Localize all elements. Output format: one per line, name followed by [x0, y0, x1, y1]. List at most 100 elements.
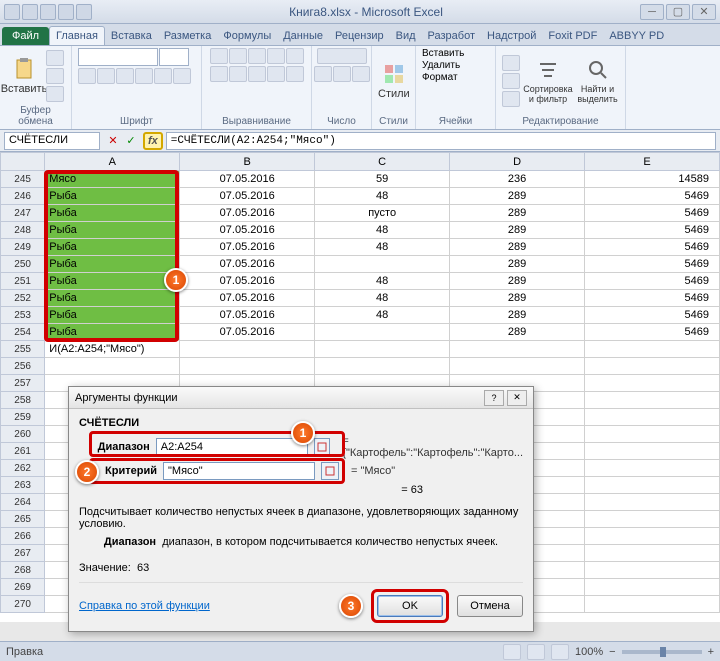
row-header[interactable]: 265 [1, 511, 45, 528]
col-header-e[interactable]: E [585, 153, 720, 171]
view-layout-icon[interactable] [527, 644, 545, 660]
cell[interactable]: 289 [450, 188, 585, 205]
align-center-icon[interactable] [229, 66, 247, 82]
cancel-formula-icon[interactable]: ✕ [105, 133, 121, 149]
cell[interactable]: 48 [315, 273, 450, 290]
cell[interactable] [315, 358, 450, 375]
cell[interactable]: Рыба [45, 324, 180, 341]
dialog-close-icon[interactable]: ✕ [507, 390, 527, 406]
cut-icon[interactable] [46, 50, 64, 66]
autosum-icon[interactable] [502, 55, 520, 71]
paste-button[interactable]: Вставить [6, 51, 42, 101]
font-size-select[interactable] [159, 48, 189, 66]
cell[interactable] [180, 341, 315, 358]
row-header[interactable]: 270 [1, 596, 45, 613]
styles-button[interactable]: Стили [378, 56, 410, 106]
cell[interactable]: 07.05.2016 [180, 307, 315, 324]
cell[interactable]: 5469 [585, 188, 720, 205]
arg1-collapse-icon[interactable] [314, 438, 331, 456]
tab-layout[interactable]: Разметка [158, 27, 218, 45]
cell[interactable]: 289 [450, 273, 585, 290]
dialog-help-icon[interactable]: ? [484, 390, 504, 406]
cell[interactable]: 07.05.2016 [180, 171, 315, 188]
tab-developer[interactable]: Разработ [422, 27, 481, 45]
close-button[interactable]: ✕ [692, 4, 716, 20]
cell[interactable]: Мясо [45, 171, 180, 188]
cell[interactable]: 07.05.2016 [180, 222, 315, 239]
cell[interactable]: 07.05.2016 [180, 205, 315, 222]
enter-formula-icon[interactable]: ✓ [123, 133, 139, 149]
sort-filter-button[interactable]: Сортировка и фильтр [524, 56, 572, 106]
cell[interactable] [450, 341, 585, 358]
file-tab[interactable]: Файл [2, 27, 49, 45]
cell[interactable] [585, 528, 720, 545]
cell[interactable]: 48 [315, 307, 450, 324]
merge-icon[interactable] [286, 66, 304, 82]
cell[interactable]: 5469 [585, 239, 720, 256]
row-header[interactable]: 255 [1, 341, 45, 358]
function-help-link[interactable]: Справка по этой функции [79, 600, 210, 612]
name-box[interactable]: СЧЁТЕСЛИ [4, 132, 100, 150]
cell[interactable]: Рыба [45, 290, 180, 307]
align-left-icon[interactable] [210, 66, 228, 82]
currency-icon[interactable] [314, 66, 332, 82]
cell[interactable] [315, 324, 450, 341]
cell[interactable]: 5469 [585, 222, 720, 239]
minimize-button[interactable]: ─ [640, 4, 664, 20]
cell[interactable]: 289 [450, 205, 585, 222]
row-header[interactable]: 256 [1, 358, 45, 375]
cell[interactable]: 07.05.2016 [180, 324, 315, 341]
row-header[interactable]: 247 [1, 205, 45, 222]
dialog-titlebar[interactable]: Аргументы функции ? ✕ [69, 387, 533, 409]
cell[interactable] [315, 341, 450, 358]
tab-review[interactable]: Рецензир [329, 27, 390, 45]
wrap-text-icon[interactable] [286, 48, 304, 64]
arg2-input[interactable] [163, 462, 315, 480]
cell[interactable]: 289 [450, 222, 585, 239]
row-header[interactable]: 260 [1, 426, 45, 443]
cell[interactable]: 289 [450, 239, 585, 256]
cell[interactable]: 48 [315, 222, 450, 239]
row-header[interactable]: 248 [1, 222, 45, 239]
cell[interactable]: 59 [315, 171, 450, 188]
cell[interactable] [585, 341, 720, 358]
cell[interactable] [585, 596, 720, 613]
cell[interactable] [585, 375, 720, 392]
qat-more-icon[interactable] [76, 4, 92, 20]
row-header[interactable]: 268 [1, 562, 45, 579]
cell[interactable]: 289 [450, 290, 585, 307]
col-header-d[interactable]: D [450, 153, 585, 171]
align-right-icon[interactable] [248, 66, 266, 82]
cell[interactable] [585, 562, 720, 579]
row-header[interactable]: 249 [1, 239, 45, 256]
cell[interactable] [45, 358, 180, 375]
italic-icon[interactable] [97, 68, 115, 84]
row-header[interactable]: 269 [1, 579, 45, 596]
copy-icon[interactable] [46, 68, 64, 84]
cell[interactable]: 5469 [585, 205, 720, 222]
cell[interactable]: 07.05.2016 [180, 239, 315, 256]
row-header[interactable]: 258 [1, 392, 45, 409]
cell[interactable] [585, 545, 720, 562]
cell[interactable]: 07.05.2016 [180, 290, 315, 307]
cell[interactable] [585, 494, 720, 511]
cell[interactable] [585, 426, 720, 443]
cell[interactable]: 236 [450, 171, 585, 188]
ok-button[interactable]: OK [377, 595, 443, 617]
font-color-icon[interactable] [173, 68, 191, 84]
find-select-button[interactable]: Найти и выделить [576, 56, 619, 106]
cell[interactable]: 5469 [585, 290, 720, 307]
cell[interactable]: 48 [315, 188, 450, 205]
cell[interactable]: пусто [315, 205, 450, 222]
cell[interactable]: Рыба [45, 256, 180, 273]
cell[interactable]: 07.05.2016 [180, 273, 315, 290]
cell[interactable]: Рыба [45, 188, 180, 205]
tab-view[interactable]: Вид [390, 27, 422, 45]
format-cells-button[interactable]: Формат [422, 72, 458, 83]
font-family-select[interactable] [78, 48, 158, 66]
cell[interactable] [450, 358, 585, 375]
row-header[interactable]: 263 [1, 477, 45, 494]
redo-icon[interactable] [58, 4, 74, 20]
orientation-icon[interactable] [267, 48, 285, 64]
cell[interactable]: 07.05.2016 [180, 188, 315, 205]
